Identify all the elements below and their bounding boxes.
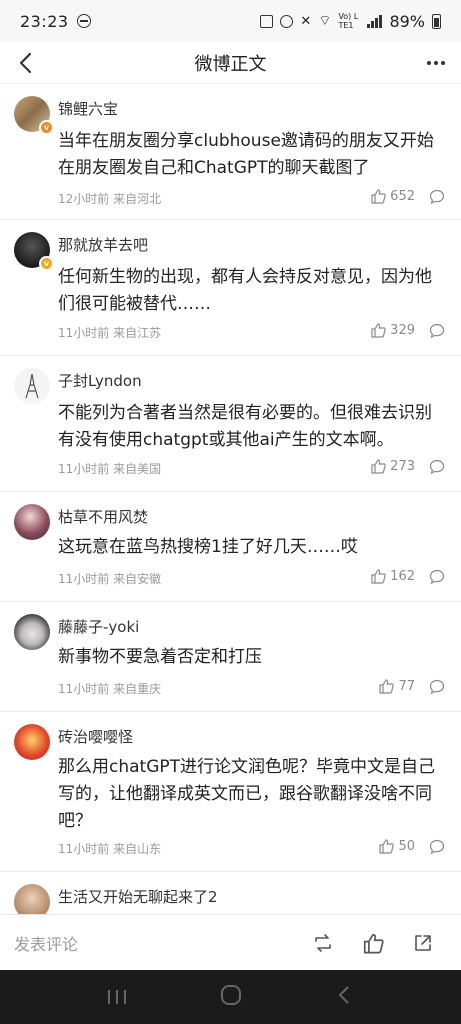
comment-item[interactable]: 子封Lyndon 不能列为合著者当然是很有必要的。但很难去识别有没有使用chat… bbox=[0, 356, 461, 492]
comment-item[interactable]: v 那就放羊去吧 任何新生物的出现，都有人会持反对意见，因为他们很可能被替代……… bbox=[0, 220, 461, 356]
comment-meta: 12小时前 来自河北 bbox=[58, 192, 162, 206]
thumbs-up-icon bbox=[379, 679, 395, 694]
comment-meta: 11小时前 来自安徽 bbox=[58, 572, 162, 586]
comment-text: 当年在朋友圈分享clubhouse邀请码的朋友又开始在朋友圈发自己和ChatGP… bbox=[58, 131, 434, 178]
chevron-left-icon bbox=[19, 52, 32, 74]
reply-icon[interactable] bbox=[429, 459, 445, 475]
like-button[interactable]: 329 bbox=[370, 322, 415, 338]
system-navigation-bar bbox=[0, 970, 461, 1024]
avatar[interactable] bbox=[14, 724, 50, 760]
nav-bar: 微博正文 bbox=[0, 42, 461, 84]
like-count: 162 bbox=[390, 568, 415, 584]
like-post-button[interactable] bbox=[361, 931, 385, 955]
like-count: 652 bbox=[390, 188, 415, 204]
comment-username[interactable]: 子封Lyndon bbox=[58, 370, 142, 391]
more-dot-icon bbox=[434, 61, 438, 65]
battery-icon bbox=[432, 13, 441, 29]
avatar[interactable] bbox=[14, 884, 50, 914]
like-count: 273 bbox=[390, 458, 415, 474]
avatar[interactable] bbox=[14, 504, 50, 540]
comment-input[interactable]: 发表评论 bbox=[14, 931, 311, 955]
comment-meta: 11小时前 来自江苏 bbox=[58, 326, 162, 340]
status-time: 23:23 bbox=[20, 11, 69, 31]
home-icon bbox=[221, 985, 242, 1005]
status-icons: ✕ ⌔ Vo) LTE1 89% bbox=[260, 12, 441, 31]
comment-username[interactable]: 那就放羊去吧 bbox=[58, 234, 148, 255]
reply-icon[interactable] bbox=[429, 839, 445, 855]
comment-text: 不能列为合著者当然是很有必要的。但很难去识别有没有使用chatgpt或其他ai产… bbox=[58, 403, 432, 450]
verified-badge-icon: v bbox=[39, 120, 54, 135]
app-notification-icon bbox=[260, 14, 274, 28]
thumbs-up-icon bbox=[371, 189, 386, 204]
thumbs-up-icon bbox=[379, 839, 395, 854]
like-button[interactable]: 162 bbox=[370, 568, 415, 584]
comment-list[interactable]: v 锦鲤六宝 当年在朋友圈分享clubhouse邀请码的朋友又开始在朋友圈发自己… bbox=[0, 84, 461, 914]
comment-text: 那么用chatGPT进行论文润色呢？毕竟中文是自己写的，让他翻译成英文而已，跟谷… bbox=[58, 757, 436, 831]
like-button[interactable]: 273 bbox=[370, 458, 415, 474]
battery-percent: 89% bbox=[389, 11, 425, 31]
reply-icon[interactable] bbox=[429, 189, 445, 205]
thumbs-up-icon bbox=[371, 323, 386, 338]
comment-item[interactable]: 藤藤子-yoki 新事物不要急着否定和打压 11小时前 来自重庆 77 bbox=[0, 602, 461, 712]
back-icon bbox=[338, 986, 349, 1004]
comment-username[interactable]: 砖治嘤嘤怪 bbox=[58, 726, 133, 747]
like-button[interactable]: 50 bbox=[378, 838, 415, 854]
comment-text: 新事物不要急着否定和打压 bbox=[58, 647, 262, 667]
comment-username[interactable]: 锦鲤六宝 bbox=[58, 98, 118, 119]
comment-item[interactable]: v 锦鲤六宝 当年在朋友圈分享clubhouse邀请码的朋友又开始在朋友圈发自己… bbox=[0, 84, 461, 220]
comment-action-bar: 发表评论 bbox=[0, 914, 461, 970]
thumbs-up-icon bbox=[371, 459, 386, 474]
reply-icon[interactable] bbox=[429, 679, 445, 695]
avatar[interactable]: v bbox=[14, 96, 54, 135]
verified-badge-icon: v bbox=[39, 256, 54, 271]
do-not-disturb-icon bbox=[76, 14, 91, 28]
like-count: 329 bbox=[390, 322, 415, 338]
comment-username[interactable]: 枯草不用风焚 bbox=[58, 506, 148, 527]
comment-item[interactable]: 生活又开始无聊起来了2 bbox=[0, 872, 461, 914]
like-count: 77 bbox=[398, 678, 415, 694]
notification-icon bbox=[280, 14, 294, 28]
more-dot-icon bbox=[427, 61, 431, 65]
mute-icon: ✕ bbox=[300, 13, 312, 29]
like-button[interactable]: 652 bbox=[370, 188, 415, 204]
home-button[interactable] bbox=[219, 983, 243, 1011]
back-nav-button[interactable] bbox=[335, 984, 355, 1010]
recent-apps-button[interactable] bbox=[106, 988, 128, 1006]
comment-text: 任何新生物的出现，都有人会持反对意见，因为他们很可能被替代…… bbox=[58, 267, 432, 314]
avatar[interactable] bbox=[14, 368, 50, 404]
comment-text: 这玩意在蓝鸟热搜榜1挂了好几天……哎 bbox=[58, 537, 358, 557]
more-dot-icon bbox=[441, 61, 445, 65]
share-icon bbox=[415, 934, 431, 951]
share-button[interactable] bbox=[411, 931, 435, 955]
page-title: 微博正文 bbox=[194, 53, 267, 75]
avatar[interactable] bbox=[14, 614, 50, 650]
signal-icon bbox=[367, 14, 383, 28]
thumbs-up-icon bbox=[371, 569, 386, 584]
comment-item[interactable]: 砖治嘤嘤怪 那么用chatGPT进行论文润色呢？毕竟中文是自己写的，让他翻译成英… bbox=[0, 712, 461, 872]
status-bar: 23:23 ✕ ⌔ Vo) LTE1 89% bbox=[0, 0, 461, 42]
back-button[interactable] bbox=[14, 50, 40, 76]
thumbs-up-icon bbox=[363, 933, 384, 953]
like-count: 50 bbox=[398, 838, 415, 854]
comment-meta: 11小时前 来自重庆 bbox=[58, 682, 162, 696]
comment-item[interactable]: 枯草不用风焚 这玩意在蓝鸟热搜榜1挂了好几天……哎 11小时前 来自安徽 162 bbox=[0, 492, 461, 602]
avatar[interactable]: v bbox=[14, 232, 54, 271]
eiffel-tower-icon bbox=[25, 373, 39, 399]
wifi-icon: ⌔ bbox=[318, 13, 332, 29]
recent-apps-icon bbox=[107, 990, 126, 1004]
comment-username[interactable]: 生活又开始无聊起来了2 bbox=[58, 886, 218, 907]
comment-username[interactable]: 藤藤子-yoki bbox=[58, 616, 139, 637]
network-label: Vo) LTE1 bbox=[338, 12, 359, 30]
comment-meta: 11小时前 来自美国 bbox=[58, 462, 162, 476]
repost-button[interactable] bbox=[311, 931, 335, 955]
comment-meta: 11小时前 来自山东 bbox=[58, 842, 162, 856]
more-button[interactable] bbox=[423, 50, 449, 76]
repost-icon bbox=[315, 933, 331, 952]
like-button[interactable]: 77 bbox=[378, 678, 415, 694]
reply-icon[interactable] bbox=[429, 323, 445, 339]
reply-icon[interactable] bbox=[429, 569, 445, 585]
